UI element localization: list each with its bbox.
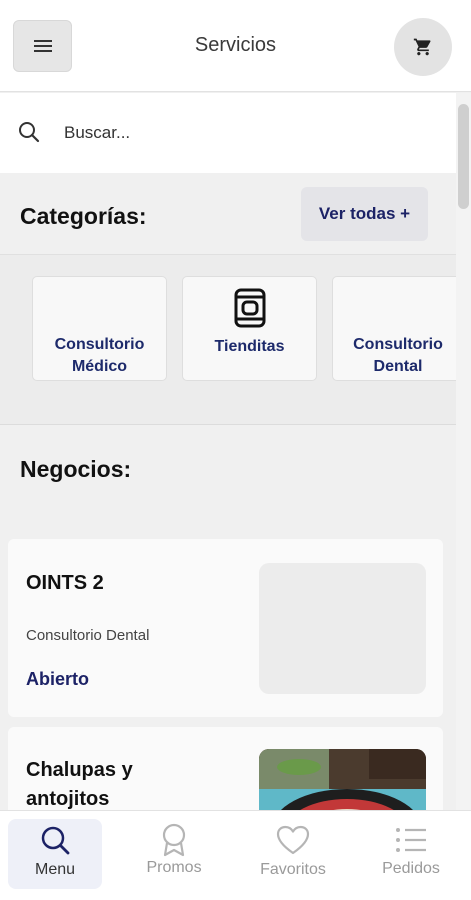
nav-label: Menu <box>34 861 76 878</box>
business-image-placeholder <box>259 563 426 694</box>
award-icon <box>162 823 186 857</box>
category-card-consultorio-medico[interactable]: Consultorio Médico <box>32 276 167 381</box>
business-card-oints-2[interactable]: OINTS 2 Consultorio Dental Abierto <box>8 539 443 717</box>
search-icon <box>41 826 70 855</box>
scrollbar-thumb[interactable] <box>458 104 469 209</box>
search-input[interactable] <box>64 113 434 153</box>
see-all-categories-button[interactable]: Ver todas + <box>301 187 428 241</box>
nav-label: Favoritos <box>260 861 326 878</box>
can-icon <box>234 288 265 328</box>
category-label: Consultorio Médico <box>54 336 145 375</box>
category-label: Tienditas <box>214 338 285 355</box>
categories-header: Categorías: Ver todas + <box>0 173 456 255</box>
category-label: Consultorio Dental <box>353 336 443 375</box>
nav-item-pedidos[interactable]: Pedidos <box>364 819 458 889</box>
list-icon <box>396 828 426 852</box>
cart-icon <box>413 38 431 56</box>
search-bar <box>0 93 456 173</box>
cart-button[interactable] <box>394 18 452 76</box>
category-card-consultorio-dental[interactable]: Consultorio Dental <box>332 276 456 381</box>
search-icon <box>19 122 40 143</box>
nav-item-favoritos[interactable]: Favoritos <box>246 819 340 889</box>
categories-carousel[interactable]: Consultorio Médico Tienditas Consultorio… <box>0 255 456 425</box>
categories-title: Categorías: <box>20 203 147 229</box>
nav-label: Pedidos <box>382 860 440 877</box>
business-status-badge: Abierto <box>26 669 89 689</box>
app-screen: Servicios Categorías: Ver todas + Consul… <box>0 0 471 900</box>
category-card-tienditas[interactable]: Tienditas <box>182 276 317 381</box>
business-name: Chalupas y antojitos <box>26 759 133 810</box>
heart-icon <box>276 825 310 855</box>
nav-label: Promos <box>146 859 202 876</box>
nav-item-menu[interactable]: Menu <box>8 819 102 889</box>
bottom-navigation: Menu Promos Favoritos Pedidos <box>0 810 471 900</box>
business-category: Consultorio Dental <box>26 627 150 644</box>
top-app-bar: Servicios <box>0 0 471 92</box>
business-name: OINTS 2 <box>26 572 104 594</box>
nav-item-promos[interactable]: Promos <box>127 819 221 889</box>
businesses-title: Negocios: <box>20 456 132 482</box>
